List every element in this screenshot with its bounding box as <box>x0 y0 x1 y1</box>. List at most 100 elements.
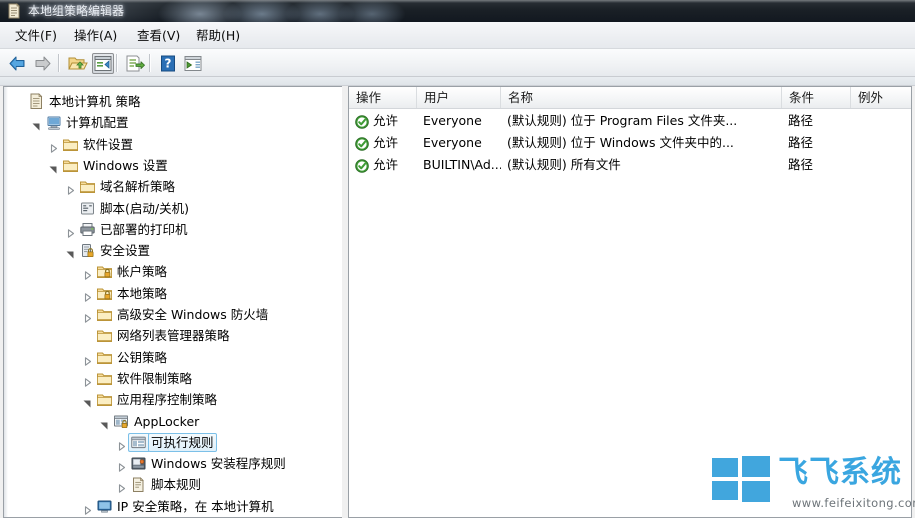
folder-icon <box>96 391 113 408</box>
tree-item-label: 软件限制策略 <box>117 368 192 389</box>
tree-item-label: 脚本规则 <box>151 474 201 495</box>
tree-item[interactable]: 脚本规则 <box>4 474 342 495</box>
back-arrow-icon[interactable] <box>6 53 28 74</box>
tree-item[interactable]: IP 安全策略，在 本地计算机 <box>4 496 342 517</box>
table-row[interactable]: 允许BUILTIN\Ad...(默认规则) 所有文件路径 <box>349 154 911 176</box>
chevron-down-icon[interactable] <box>82 394 93 405</box>
tree-item-label: 网络列表管理器策略 <box>117 325 230 346</box>
tree-item[interactable]: 已部署的打印机 <box>4 219 342 240</box>
list-column-header[interactable]: 名称 <box>501 87 782 108</box>
menu-bar: 文件(F) 操作(A) 查看(V) 帮助(H) <box>0 22 915 49</box>
folder-icon <box>96 327 113 344</box>
policy-document-icon <box>28 93 45 110</box>
rules-icon <box>130 434 147 451</box>
help-icon[interactable]: ? <box>157 53 179 74</box>
cell-action: 允许 <box>373 110 417 132</box>
table-row[interactable]: 允许Everyone(默认规则) 位于 Windows 文件夹中的...路径 <box>349 132 911 154</box>
tree-item[interactable]: 计算机配置 <box>4 112 342 133</box>
folder-icon <box>62 136 79 153</box>
tree-item-label: 域名解析策略 <box>100 176 175 197</box>
show-action-pane-icon[interactable] <box>182 53 204 74</box>
tree-item[interactable]: AppLocker <box>4 411 342 432</box>
forward-arrow-icon[interactable] <box>32 53 54 74</box>
chevron-down-icon[interactable] <box>48 160 59 171</box>
svg-text:?: ? <box>165 57 172 71</box>
tree-item[interactable]: 本地策略 <box>4 283 342 304</box>
show-hide-console-tree-icon[interactable] <box>92 53 114 74</box>
tree-item-label: 已部署的打印机 <box>100 219 188 240</box>
tree-item[interactable]: 帐户策略 <box>4 261 342 282</box>
chevron-down-icon[interactable] <box>99 416 110 427</box>
installer-rules-icon <box>130 455 147 472</box>
tree-item[interactable]: 域名解析策略 <box>4 176 342 197</box>
twisty-placeholder <box>14 96 25 107</box>
tree-item-label: 脚本(启动/关机) <box>100 198 189 219</box>
tree-item-label: Windows 安装程序规则 <box>151 453 286 474</box>
tree-item[interactable]: 软件设置 <box>4 134 342 155</box>
cell-name: (默认规则) 位于 Windows 文件夹中的... <box>507 132 782 154</box>
list-column-header[interactable]: 操作 <box>349 87 417 108</box>
chevron-right-icon[interactable] <box>65 224 76 235</box>
twisty-placeholder <box>65 203 76 214</box>
folder-icon <box>96 370 113 387</box>
ipsec-icon <box>96 498 113 515</box>
cell-condition: 路径 <box>788 132 851 154</box>
cell-name: (默认规则) 位于 Program Files 文件夹... <box>507 110 782 132</box>
folder-icon <box>96 349 113 366</box>
list-header[interactable]: 操作用户名称条件例外 <box>349 87 911 109</box>
chevron-right-icon[interactable] <box>82 309 93 320</box>
computer-icon <box>45 114 62 131</box>
table-row[interactable]: 允许Everyone(默认规则) 位于 Program Files 文件夹...… <box>349 110 911 132</box>
chevron-right-icon[interactable] <box>116 458 127 469</box>
folder-lock-icon <box>96 285 113 302</box>
chevron-right-icon[interactable] <box>48 139 59 150</box>
console-tree-panel[interactable]: 本地计算机 策略计算机配置软件设置Windows 设置域名解析策略脚本(启动/关… <box>3 86 342 518</box>
tree-item[interactable]: 软件限制策略 <box>4 368 342 389</box>
tree-item[interactable]: Windows 安装程序规则 <box>4 453 342 474</box>
chevron-right-icon[interactable] <box>82 352 93 363</box>
tree-item[interactable]: 高级安全 Windows 防火墙 <box>4 304 342 325</box>
folder-icon <box>79 178 96 195</box>
script-icon <box>79 200 96 217</box>
titlebar-gloss <box>0 0 915 3</box>
cell-exception <box>857 110 912 132</box>
tree-item-label: AppLocker <box>134 411 199 432</box>
tree-item[interactable]: 公钥策略 <box>4 347 342 368</box>
menu-help[interactable]: 帮助(H) <box>189 26 247 45</box>
tree-item[interactable]: Windows 设置 <box>4 155 342 176</box>
toolbar-separator <box>116 54 118 72</box>
menu-action[interactable]: 操作(A) <box>67 26 124 45</box>
window-title: 本地组策略编辑器 <box>28 2 124 20</box>
tree-item[interactable]: 脚本(启动/关机) <box>4 198 342 219</box>
script-rules-icon <box>130 476 147 493</box>
tree-item-label: 本地计算机 策略 <box>49 91 140 112</box>
folder-icon <box>62 157 79 174</box>
list-column-header[interactable]: 例外 <box>851 87 912 108</box>
tree-item[interactable]: 安全设置 <box>4 240 342 261</box>
toolbar-bottom-strip <box>0 77 915 86</box>
list-column-header[interactable]: 条件 <box>782 87 851 108</box>
up-folder-icon[interactable] <box>66 53 88 74</box>
chevron-down-icon[interactable] <box>31 117 42 128</box>
menu-view[interactable]: 查看(V) <box>130 26 187 45</box>
tree-item[interactable]: 可执行规则 <box>4 432 342 453</box>
chevron-right-icon[interactable] <box>82 501 93 512</box>
chevron-right-icon[interactable] <box>116 437 127 448</box>
export-list-icon[interactable] <box>124 53 146 74</box>
chevron-right-icon[interactable] <box>82 266 93 277</box>
applocker-icon <box>113 413 130 430</box>
rules-list-panel[interactable]: 操作用户名称条件例外 允许Everyone(默认规则) 位于 Program F… <box>348 86 912 518</box>
chevron-down-icon[interactable] <box>65 245 76 256</box>
tree-item[interactable]: 应用程序控制策略 <box>4 389 342 410</box>
menu-file[interactable]: 文件(F) <box>8 26 64 45</box>
chevron-right-icon[interactable] <box>82 288 93 299</box>
folder-lock-icon <box>96 263 113 280</box>
tree-item[interactable]: 本地计算机 策略 <box>4 91 342 112</box>
tree-item[interactable]: 网络列表管理器策略 <box>4 325 342 346</box>
chevron-right-icon[interactable] <box>82 373 93 384</box>
chevron-right-icon[interactable] <box>65 181 76 192</box>
cell-action: 允许 <box>373 154 417 176</box>
toolbar: ? <box>0 49 915 77</box>
list-column-header[interactable]: 用户 <box>417 87 501 108</box>
chevron-right-icon[interactable] <box>116 479 127 490</box>
